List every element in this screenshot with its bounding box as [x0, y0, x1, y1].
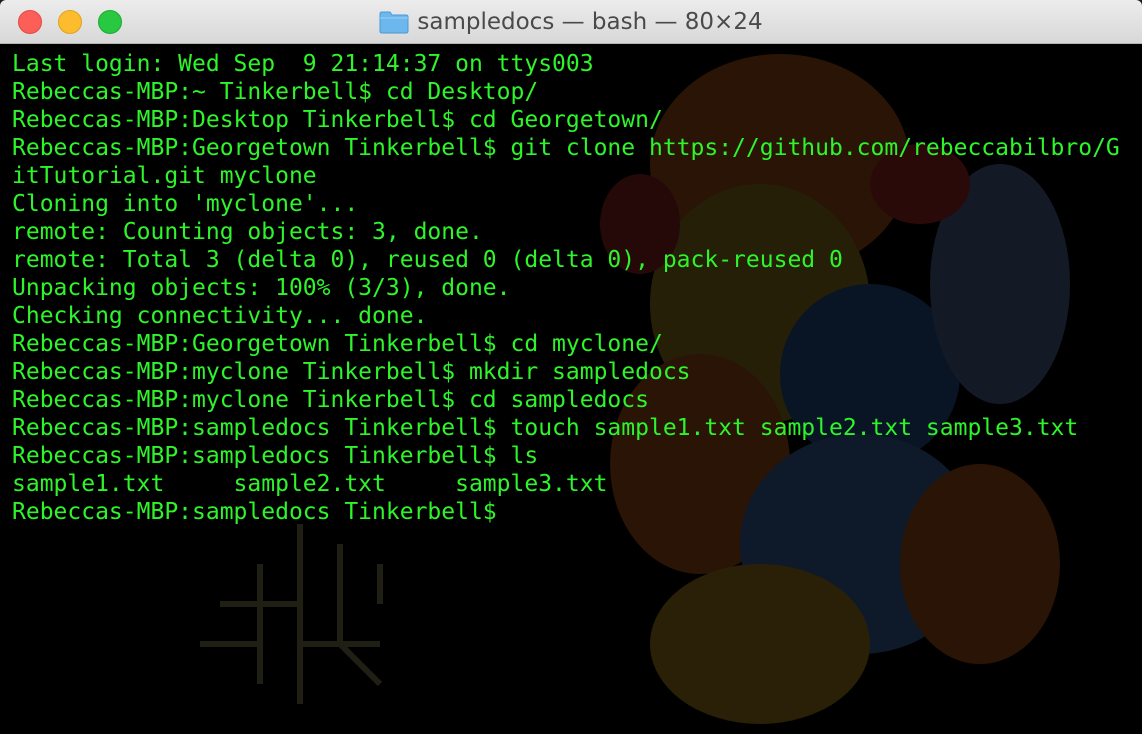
terminal-line: remote: Total 3 (delta 0), reused 0 (del…: [12, 247, 843, 273]
terminal-line: itTutorial.git myclone: [12, 163, 317, 189]
terminal-line: Rebeccas-MBP:myclone Tinkerbell$ mkdir s…: [12, 359, 691, 385]
terminal-line: Rebeccas-MBP:sampledocs Tinkerbell$ ls: [12, 443, 539, 469]
terminal-line: Rebeccas-MBP:Georgetown Tinkerbell$ git …: [12, 135, 1120, 161]
terminal-output[interactable]: Last login: Wed Sep 9 21:14:37 on ttys00…: [12, 50, 1136, 526]
title-bar[interactable]: sampledocs — bash — 80×24: [0, 0, 1142, 44]
window-title-group: sampledocs — bash — 80×24: [0, 0, 1142, 44]
terminal-line: Rebeccas-MBP:sampledocs Tinkerbell$: [12, 499, 497, 525]
terminal-line: Cloning into 'myclone'...: [12, 191, 359, 217]
terminal-window: sampledocs — bash — 80×24 Last login: We…: [0, 0, 1142, 734]
terminal-line: sample1.txt sample2.txt sample3.txt: [12, 471, 608, 497]
terminal-line: Last login: Wed Sep 9 21:14:37 on ttys00…: [12, 51, 594, 77]
terminal-line: Rebeccas-MBP:Georgetown Tinkerbell$ cd m…: [12, 331, 663, 357]
terminal-line: remote: Counting objects: 3, done.: [12, 219, 483, 245]
window-title: sampledocs — bash — 80×24: [417, 9, 763, 35]
terminal-area[interactable]: Last login: Wed Sep 9 21:14:37 on ttys00…: [0, 44, 1142, 734]
terminal-line: Rebeccas-MBP:Desktop Tinkerbell$ cd Geor…: [12, 107, 663, 133]
terminal-line: Rebeccas-MBP:sampledocs Tinkerbell$ touc…: [12, 415, 1079, 441]
terminal-line: Checking connectivity... done.: [12, 303, 428, 329]
terminal-line: Unpacking objects: 100% (3/3), done.: [12, 275, 511, 301]
terminal-line: Rebeccas-MBP:myclone Tinkerbell$ cd samp…: [12, 387, 649, 413]
folder-icon: [379, 11, 409, 34]
terminal-line: Rebeccas-MBP:~ Tinkerbell$ cd Desktop/: [12, 79, 539, 105]
